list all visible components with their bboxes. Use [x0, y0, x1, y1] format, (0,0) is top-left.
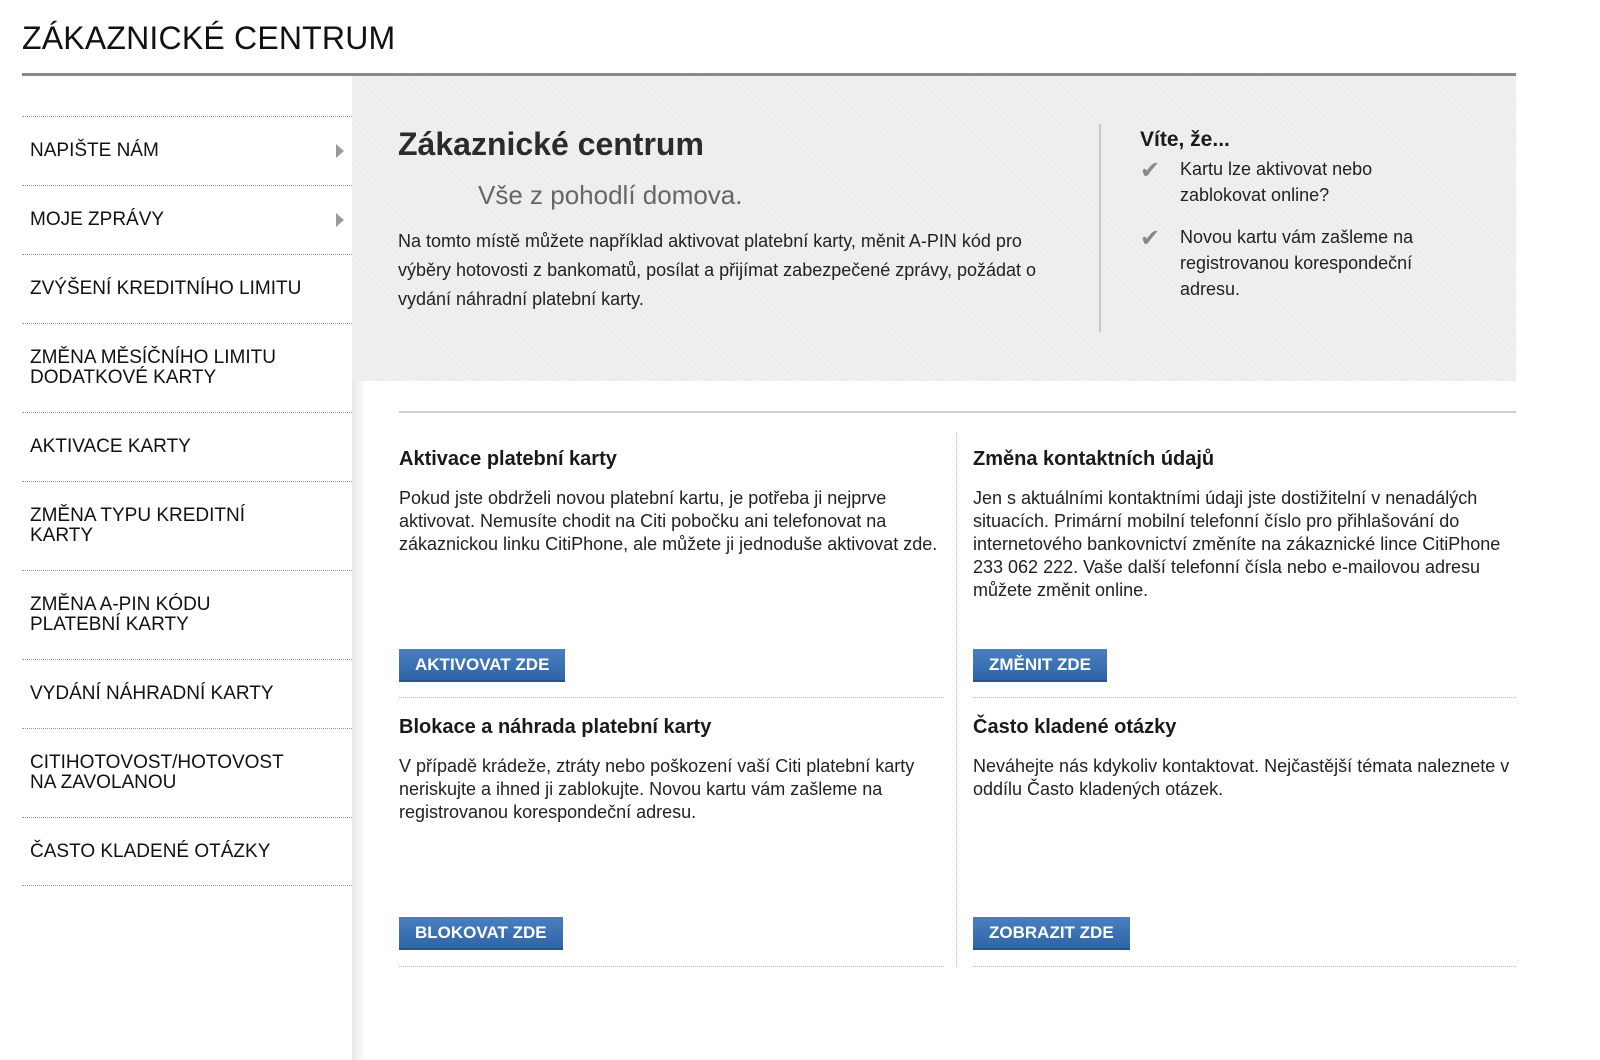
hero-title: Zákaznické centrum [398, 126, 704, 162]
hero-text: Na tomto místě můžete například aktivova… [398, 231, 1037, 309]
check-icon: ✔ [1140, 157, 1161, 184]
card-title: Často kladené otázky [973, 716, 1177, 738]
change-button[interactable]: ZMĚNIT ZDE [973, 649, 1107, 682]
sidebar-item-label: ZMĚNA TYPU KREDITNÍ KARTY [30, 505, 246, 546]
row-divider [399, 966, 944, 967]
row-divider [399, 697, 944, 698]
card-text: Pokud jste obdrželi novou platební kartu… [399, 488, 938, 554]
show-button[interactable]: ZOBRAZIT ZDE [973, 917, 1130, 950]
tip-text: Novou kartu vám zašleme na registrovanou… [1180, 227, 1414, 299]
sidebar-item-label: MOJE ZPRÁVY [30, 209, 165, 230]
hero-banner: Zákaznické centrum Vše z pohodlí domova.… [352, 76, 1516, 381]
card-card-block: Blokace a náhrada platební karty V přípa… [399, 716, 944, 951]
column-divider [956, 432, 957, 967]
sidebar-item-label: ZMĚNA MĚSÍČNÍHO LIMITU DODATKOVÉ KARTY [30, 347, 276, 388]
sidebar-item-label: CITIHOTOVOST/HOTOVOST NA ZAVOLANOU [30, 752, 284, 793]
sidebar-item-label: ČASTO KLADENÉ OTÁZKY [30, 840, 271, 862]
hero-subtitle: Vše z pohodlí domova. [478, 180, 743, 210]
chevron-right-icon [336, 144, 344, 158]
page-header: ZÁKAZNICKÉ CENTRUM [22, 0, 1516, 76]
did-you-know-title: Víte, že... [1140, 128, 1230, 151]
tip-item: ✔ Kartu lze aktivovat nebo zablokovat on… [1140, 156, 1430, 208]
card-title: Blokace a náhrada platební karty [399, 716, 712, 738]
sidebar-item-vydani-nahradni-karty[interactable]: VYDÁNÍ NÁHRADNÍ KARTY [22, 659, 352, 728]
card-title: Změna kontaktních údajů [973, 448, 1215, 470]
sidebar-nav: NAPIŠTE NÁM MOJE ZPRÁVY ZVÝŠENÍ KREDITNÍ… [22, 116, 352, 886]
card-title: Aktivace platební karty [399, 448, 617, 470]
section-divider [399, 411, 1516, 413]
sidebar-item-label: ZVÝŠENÍ KREDITNÍHO LIMITU [30, 278, 302, 299]
card-faq: Často kladené otázky Neváhejte nás kdyko… [973, 716, 1518, 951]
hero-divider [1099, 124, 1101, 332]
card-text: Neváhejte nás kdykoliv kontaktovat. Nejč… [973, 756, 1510, 799]
sidebar-item-zmena-typu[interactable]: ZMĚNA TYPU KREDITNÍ KARTY [22, 481, 352, 570]
card-contact-change: Změna kontaktních údajů Jen s aktuálními… [973, 448, 1518, 683]
tip-text: Kartu lze aktivovat nebo zablokovat onli… [1180, 159, 1373, 205]
sidebar-item-zvyseni-limitu[interactable]: ZVÝŠENÍ KREDITNÍHO LIMITU [22, 254, 352, 323]
tip-item: ✔ Novou kartu vám zašleme na registrovan… [1140, 224, 1430, 302]
card-text: Jen s aktuálními kontaktními údaji jste … [973, 488, 1501, 600]
sidebar-item-label: AKTIVACE KARTY [30, 436, 191, 457]
row-divider [973, 697, 1516, 698]
sidebar-item-label: ZMĚNA A-PIN KÓDU PLATEBNÍ KARTY [30, 594, 211, 635]
sidebar-item-label: NAPIŠTE NÁM [30, 140, 159, 161]
chevron-right-icon [336, 213, 344, 227]
check-icon: ✔ [1140, 225, 1161, 252]
row-divider [973, 966, 1516, 967]
card-card-activation: Aktivace platební karty Pokud jste obdrž… [399, 448, 944, 683]
page-title: ZÁKAZNICKÉ CENTRUM [22, 20, 396, 56]
sidebar-item-zmena-mesicniho-limitu[interactable]: ZMĚNA MĚSÍČNÍHO LIMITU DODATKOVÉ KARTY [22, 323, 352, 412]
sidebar-item-citihotovost[interactable]: CITIHOTOVOST/HOTOVOST NA ZAVOLANOU [22, 728, 352, 817]
sidebar-item-label: VYDÁNÍ NÁHRADNÍ KARTY [30, 683, 274, 704]
sidebar-item-moje-zpravy[interactable]: MOJE ZPRÁVY [22, 185, 352, 254]
sidebar-item-napiste-nam[interactable]: NAPIŠTE NÁM [22, 116, 352, 185]
sidebar-item-zmena-apin[interactable]: ZMĚNA A-PIN KÓDU PLATEBNÍ KARTY [22, 570, 352, 659]
sidebar-item-faq[interactable]: ČASTO KLADENÉ OTÁZKY [22, 817, 352, 886]
sidebar-item-aktivace-karty[interactable]: AKTIVACE KARTY [22, 412, 352, 481]
block-button[interactable]: BLOKOVAT ZDE [399, 917, 563, 950]
card-text: V případě krádeže, ztráty nebo poškození… [399, 756, 915, 822]
activate-button[interactable]: AKTIVOVAT ZDE [399, 649, 566, 682]
